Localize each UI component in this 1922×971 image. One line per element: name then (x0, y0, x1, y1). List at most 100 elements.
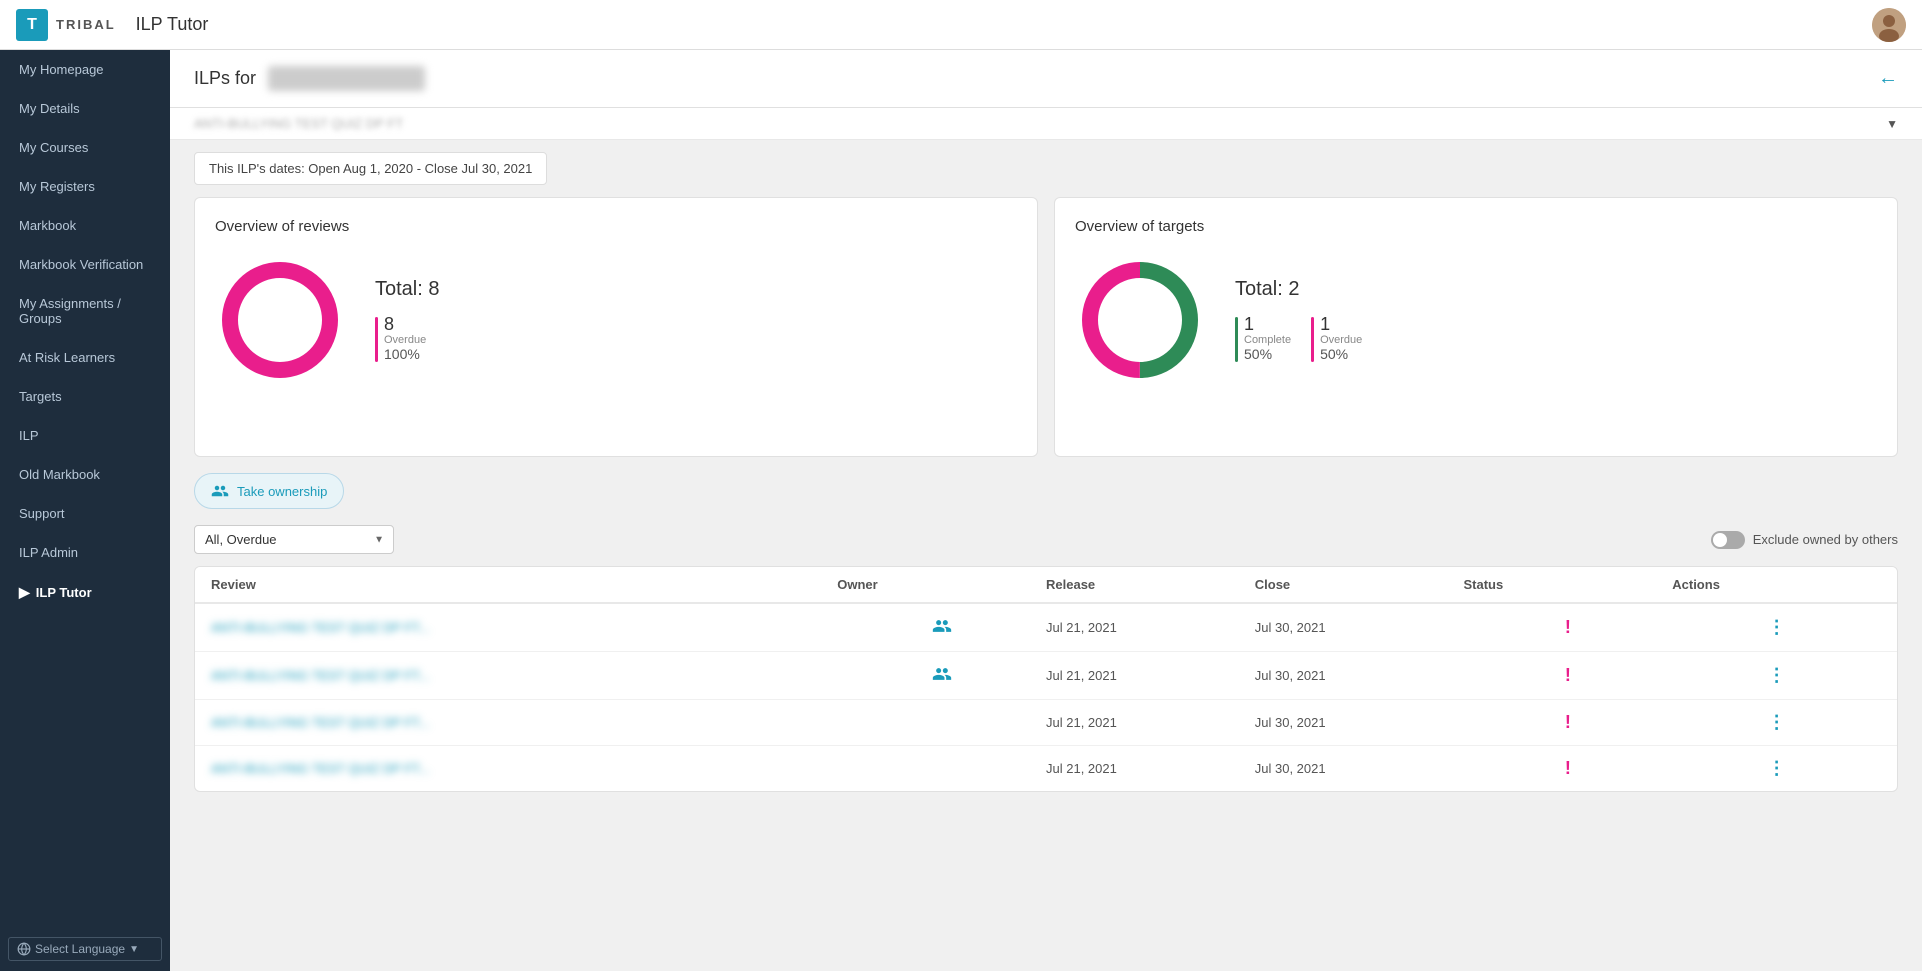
sidebar-item-my-courses[interactable]: My Courses (0, 128, 170, 167)
topbar: T TRIBAL ILP Tutor (0, 0, 1922, 50)
reviews-stat-values: 8 Overdue 100% (384, 315, 426, 363)
ilp-dropdown-arrow[interactable]: ▼ (1886, 117, 1898, 131)
cell-status: ! (1464, 712, 1673, 733)
sidebar-item-label: My Assignments / Groups (19, 296, 154, 326)
sidebar-item-old-markbook[interactable]: Old Markbook (0, 455, 170, 494)
table-header: Review Owner Release Close Status Action… (195, 567, 1897, 604)
targets-content: Total: 2 1 Complete 50% (1075, 255, 1877, 385)
status-overdue-icon: ! (1565, 665, 1571, 686)
page-title-prefix: ILPs for (194, 68, 256, 88)
sidebar-item-label: Support (19, 506, 65, 521)
targets-stat-complete: 1 Complete 50% (1235, 315, 1291, 363)
app-title: ILP Tutor (136, 14, 209, 35)
sidebar-item-label: Old Markbook (19, 467, 100, 482)
select-language[interactable]: Select Language ▼ (8, 937, 162, 961)
main-content: ILPs for Abigail Hall (NHS) ← ANTI-BULLY… (170, 50, 1922, 971)
sidebar: My Homepage My Details My Courses My Reg… (0, 50, 170, 971)
owner-group-icon (932, 664, 952, 687)
cell-actions: ⋮ (1672, 665, 1881, 686)
targets-stat-values-overdue: 1 Overdue 50% (1320, 315, 1362, 363)
sidebar-item-label: ILP (19, 428, 39, 443)
sidebar-item-label: ILP Admin (19, 545, 78, 560)
targets-donut (1075, 255, 1205, 385)
targets-total: Total: 2 (1235, 278, 1362, 301)
back-button[interactable]: ← (1878, 67, 1898, 90)
reviews-donut (215, 255, 345, 385)
cell-release: Jul 21, 2021 (1046, 668, 1255, 683)
ilp-selector-value: ANTI-BULLYING TEST QUIZ DP FT (194, 116, 403, 131)
cell-status: ! (1464, 758, 1673, 779)
actions-menu-button[interactable]: ⋮ (1768, 712, 1786, 733)
sidebar-item-markbook[interactable]: Markbook (0, 206, 170, 245)
brand-logo: T TRIBAL (16, 9, 116, 41)
targets-stat-pct-complete: 50% (1244, 346, 1291, 362)
targets-stat-value-overdue: 1 (1320, 315, 1362, 335)
status-overdue-icon: ! (1565, 712, 1571, 733)
cell-actions: ⋮ (1672, 712, 1881, 733)
reviews-total: Total: 8 (375, 278, 439, 301)
filter-row: AllAll, OverdueCompleteOverdue Exclude o… (170, 525, 1922, 566)
sidebar-item-markbook-verification[interactable]: Markbook Verification (0, 245, 170, 284)
targets-stats: Total: 2 1 Complete 50% (1235, 278, 1362, 363)
select-language-label: Select Language (35, 942, 125, 956)
review-table: Review Owner Release Close Status Action… (194, 566, 1898, 792)
take-ownership-button[interactable]: Take ownership (194, 473, 344, 509)
sidebar-item-label: My Homepage (19, 62, 104, 77)
reviews-stat-value: 8 (384, 315, 426, 335)
page-header: ILPs for Abigail Hall (NHS) ← (170, 50, 1922, 108)
actions-menu-button[interactable]: ⋮ (1768, 758, 1786, 779)
actions-menu-button[interactable]: ⋮ (1768, 617, 1786, 638)
logo-brand: TRIBAL (56, 17, 116, 32)
sidebar-item-label: My Registers (19, 179, 95, 194)
dropdown-icon: ▼ (129, 944, 139, 955)
cell-actions: ⋮ (1672, 617, 1881, 638)
sidebar-item-my-homepage[interactable]: My Homepage (0, 50, 170, 89)
sidebar-item-at-risk-learners[interactable]: At Risk Learners (0, 338, 170, 377)
reviews-stat-pct: 100% (384, 346, 426, 362)
sidebar-item-targets[interactable]: Targets (0, 377, 170, 416)
cell-close: Jul 30, 2021 (1255, 715, 1464, 730)
sidebar-item-my-details[interactable]: My Details (0, 89, 170, 128)
toggle-switch[interactable] (1711, 531, 1745, 549)
reviews-stat-overdue: 8 Overdue 100% (375, 315, 439, 363)
overview-reviews-card: Overview of reviews Total: 8 8 (194, 197, 1038, 457)
overview-targets-card: Overview of targets Total: 2 (1054, 197, 1898, 457)
logo-letter: T (16, 9, 48, 41)
exclude-toggle: Exclude owned by others (1711, 531, 1898, 549)
ilp-selector-bar: ANTI-BULLYING TEST QUIZ DP FT ▼ (170, 108, 1922, 140)
sidebar-item-label: Markbook (19, 218, 76, 233)
cell-review: ANTI-BULLYING TEST QUIZ DP FT... (211, 761, 837, 776)
sidebar-item-label: At Risk Learners (19, 350, 115, 365)
filter-select-wrap: AllAll, OverdueCompleteOverdue (194, 525, 394, 554)
sidebar-bottom: Select Language ▼ (0, 927, 170, 971)
sidebar-item-my-assignments-groups[interactable]: My Assignments / Groups (0, 284, 170, 338)
overview-section: Overview of reviews Total: 8 8 (170, 197, 1922, 473)
dates-badge: This ILP's dates: Open Aug 1, 2020 - Clo… (194, 152, 547, 185)
actions-menu-button[interactable]: ⋮ (1768, 665, 1786, 686)
filter-select[interactable]: AllAll, OverdueCompleteOverdue (194, 525, 394, 554)
cell-status: ! (1464, 617, 1673, 638)
cell-review: ANTI-BULLYING TEST QUIZ DP FT... (211, 668, 837, 683)
targets-stat-label-complete: Complete (1244, 334, 1291, 346)
sidebar-item-ilp[interactable]: ILP (0, 416, 170, 455)
th-actions: Actions (1672, 577, 1881, 592)
cell-close: Jul 30, 2021 (1255, 668, 1464, 683)
targets-stat-bar-overdue (1311, 317, 1314, 363)
owner-group-icon (932, 616, 952, 639)
cell-close: Jul 30, 2021 (1255, 761, 1464, 776)
status-overdue-icon: ! (1565, 617, 1571, 638)
cell-close: Jul 30, 2021 (1255, 620, 1464, 635)
sidebar-item-support[interactable]: Support (0, 494, 170, 533)
targets-title: Overview of targets (1075, 218, 1877, 235)
sidebar-item-ilp-admin[interactable]: ILP Admin (0, 533, 170, 572)
sidebar-item-my-registers[interactable]: My Registers (0, 167, 170, 206)
cell-release: Jul 21, 2021 (1046, 620, 1255, 635)
sidebar-item-ilp-tutor[interactable]: ▶ ILP Tutor (0, 572, 170, 613)
cell-actions: ⋮ (1672, 758, 1881, 779)
sidebar-item-label: My Courses (19, 140, 88, 155)
targets-stat-label-overdue: Overdue (1320, 334, 1362, 346)
targets-stat-overdue: 1 Overdue 50% (1311, 315, 1362, 363)
cell-owner (837, 616, 1046, 639)
avatar[interactable] (1872, 8, 1906, 42)
page-title: ILPs for Abigail Hall (NHS) (194, 66, 425, 91)
